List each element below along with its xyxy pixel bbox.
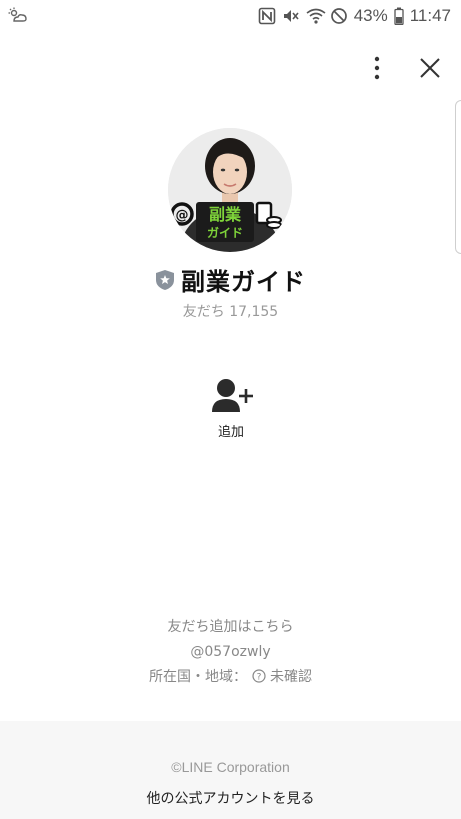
account-name: 副業ガイド xyxy=(181,268,306,296)
avatar-image: @ 副業 ガイド xyxy=(168,128,292,252)
mute-icon xyxy=(282,7,300,25)
add-friend-prompt: 友だち追加はこちら xyxy=(167,619,294,635)
wifi-icon xyxy=(306,7,326,25)
other-accounts-link[interactable]: 他の公式アカウントを見る xyxy=(0,788,461,808)
status-icons: 43% 11:47 xyxy=(258,0,451,32)
close-icon xyxy=(420,58,440,78)
copyright: ©LINE Corporation xyxy=(171,759,290,775)
battery-icon xyxy=(394,7,404,26)
region-value: 未確認 xyxy=(269,669,312,685)
avatar[interactable]: @ 副業 ガイド xyxy=(168,128,292,252)
status-bar: 43% 11:47 xyxy=(0,0,461,32)
clock: 11:47 xyxy=(409,6,451,25)
add-friend-icon xyxy=(212,379,253,412)
region-label: 所在国・地域： xyxy=(149,669,248,685)
account-name-row: 副業ガイド xyxy=(0,262,461,297)
close-button[interactable] xyxy=(414,52,446,84)
avatar-logo-subtext: ガイド xyxy=(207,225,243,240)
add-friend-button[interactable]: 追加 xyxy=(205,376,257,440)
nfc-icon xyxy=(258,7,276,25)
do-not-disturb-icon xyxy=(330,7,348,25)
region-row: 所在国・地域： ? 未確認 xyxy=(0,667,461,692)
weather-icon xyxy=(8,7,28,25)
footer: ©LINE Corporation 他の公式アカウントを見る xyxy=(0,721,461,819)
svg-text:@: @ xyxy=(176,208,189,223)
friends-count: 友だち 17,155 xyxy=(182,304,279,320)
shield-star-icon xyxy=(155,269,175,291)
edge-panel-handle[interactable] xyxy=(455,100,461,254)
add-button-label: 追加 xyxy=(217,425,244,440)
more-options-button[interactable] xyxy=(366,52,388,84)
top-bar xyxy=(0,44,461,92)
avatar-logo-text: 副業 xyxy=(209,205,242,224)
more-vertical-icon xyxy=(374,56,380,80)
line-id[interactable]: @057ozwly xyxy=(0,642,461,667)
question-circle-icon[interactable]: ? xyxy=(251,669,266,683)
svg-text:?: ? xyxy=(256,673,261,683)
account-info: 友だち追加はこちら @057ozwly 所在国・地域： ? 未確認 xyxy=(0,617,461,692)
battery-percent: 43% xyxy=(353,6,388,25)
